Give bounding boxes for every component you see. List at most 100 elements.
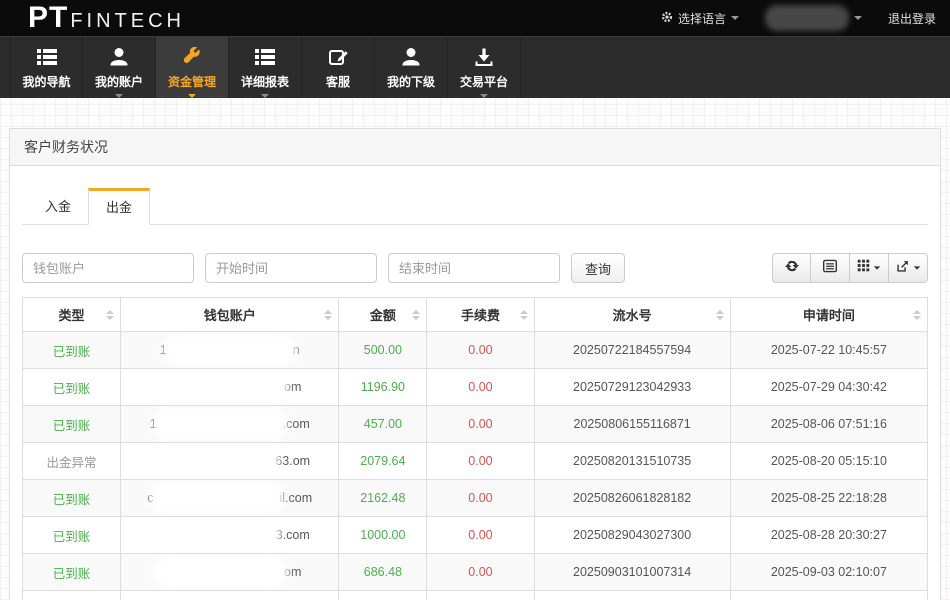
cell-type: 已到账	[23, 406, 121, 443]
cell-type: 已到账	[23, 332, 121, 369]
cell-serial: 20250903101007314	[534, 554, 730, 591]
cell-time: 2025-07-29 04:30:42	[730, 369, 927, 406]
nav-item-5[interactable]: 我的下级	[375, 37, 448, 98]
col-fee[interactable]: 手续费	[427, 298, 534, 332]
account-fragment: om	[284, 380, 301, 394]
col-serial[interactable]: 流水号	[534, 298, 730, 332]
gear-icon	[661, 11, 673, 26]
page-background: 客户财务状况 入金 出金 查询	[0, 98, 950, 600]
col-time[interactable]: 申请时间	[730, 298, 927, 332]
chevron-down-icon	[731, 16, 739, 20]
cell-amount: 1000.00	[339, 517, 427, 554]
wallet-account-input[interactable]	[22, 253, 194, 283]
cell-fee: 0.00	[427, 369, 534, 406]
cell-serial: 20250729123042933	[534, 369, 730, 406]
nav-item-0[interactable]: 我的导航	[10, 37, 83, 98]
nav-item-2[interactable]: 资金管理	[156, 37, 229, 98]
cell-amount: 686.48	[339, 554, 427, 591]
download-icon	[474, 45, 494, 69]
cell-time: 2025-07-22 10:45:57	[730, 332, 927, 369]
cell-type: 已到账	[23, 591, 121, 600]
navbar: 我的导航 我的账户 资金管理 详细报表 客服 我的下级 交易平台	[0, 36, 950, 98]
wrench-icon	[182, 45, 202, 69]
cell-type: 已到账	[23, 369, 121, 406]
columns-button[interactable]	[850, 253, 889, 283]
cell-amount: 457.00	[339, 406, 427, 443]
cell-serial: 20250820131510735	[534, 443, 730, 480]
list-icon	[36, 45, 58, 69]
logout-button[interactable]: 退出登录	[888, 10, 936, 27]
table-header-row: 类型 钱包账户 金额 手续费 流水号 申请时间	[23, 298, 928, 332]
cell-amount: 2079.64	[339, 443, 427, 480]
cell-serial: 20250826061828182	[534, 480, 730, 517]
account-fragment: om	[284, 565, 301, 579]
redaction-blob	[160, 561, 282, 583]
account-fragment: 3.com	[276, 528, 310, 542]
nav-item-6[interactable]: 交易平台	[448, 37, 521, 98]
cell-account: 1.com	[121, 406, 339, 443]
cell-serial: 20250904110336720	[534, 591, 730, 600]
user-menu[interactable]	[765, 5, 862, 31]
account-fragment: il.com	[280, 491, 313, 505]
panel-title: 客户财务状况	[10, 129, 940, 166]
cell-fee: 0.00	[427, 480, 534, 517]
cell-time: 2025-08-06 07:51:16	[730, 406, 927, 443]
filter-row: 查询	[22, 253, 928, 283]
username-redacted	[765, 5, 849, 31]
toggle-view-button[interactable]	[811, 253, 850, 283]
topbar: PT FINTECH 选择语言 退出登录	[0, 0, 950, 36]
cell-amount: 782.95	[339, 591, 427, 600]
table-toolbar	[772, 253, 928, 283]
cell-time: 2025-08-25 22:18:28	[730, 480, 927, 517]
chevron-down-icon	[854, 16, 862, 20]
nav-item-3[interactable]: 详细报表	[229, 37, 302, 98]
tab-bar: 入金 出金	[22, 188, 928, 225]
cell-type: 已到账	[23, 517, 121, 554]
cell-time: 2025-08-20 05:15:10	[730, 443, 927, 480]
language-selector[interactable]: 选择语言	[661, 10, 739, 27]
cell-time: 2025-08-28 20:30:27	[730, 517, 927, 554]
cell-type: 已到账	[23, 554, 121, 591]
cell-fee: 0.00	[427, 517, 534, 554]
redaction-blob	[152, 524, 274, 546]
table-row: 已到账om782.950.00202509041103367202025-09-…	[23, 591, 928, 600]
cell-serial: 20250829043027300	[534, 517, 730, 554]
table-row: 已到账om1196.900.00202507291230429332025-07…	[23, 369, 928, 406]
cell-serial: 20250722184557594	[534, 332, 730, 369]
refresh-button[interactable]	[772, 253, 811, 283]
chevron-down-icon	[913, 266, 919, 269]
table-row: 已到账om686.480.00202509031010073142025-09-…	[23, 554, 928, 591]
start-time-input[interactable]	[205, 253, 377, 283]
topbar-right: 选择语言 退出登录	[661, 5, 936, 31]
table-row: 已到账1n500.000.00202507221845575942025-07-…	[23, 332, 928, 369]
panel-body: 入金 出金 查询	[10, 188, 940, 600]
app-logo[interactable]: PT FINTECH	[28, 0, 185, 36]
redaction-blob	[169, 339, 291, 361]
col-type[interactable]: 类型	[23, 298, 121, 332]
end-time-input[interactable]	[388, 253, 560, 283]
cell-account: om	[121, 554, 339, 591]
col-amount[interactable]: 金额	[339, 298, 427, 332]
search-button[interactable]: 查询	[571, 253, 625, 283]
export-button[interactable]	[889, 253, 928, 283]
logo-primary: PT	[28, 0, 68, 36]
list-icon	[254, 45, 276, 69]
tab-withdrawal[interactable]: 出金	[88, 188, 150, 225]
tab-deposit[interactable]: 入金	[28, 188, 88, 224]
account-fragment: n	[293, 343, 300, 357]
nav-item-4[interactable]: 客服	[302, 37, 375, 98]
logout-label: 退出登录	[888, 10, 936, 27]
table-row: 已到账cil.com2162.480.002025082606182818220…	[23, 480, 928, 517]
table-body: 已到账1n500.000.00202507221845575942025-07-…	[23, 332, 928, 600]
chevron-down-icon	[115, 94, 123, 98]
chevron-down-icon	[874, 266, 880, 269]
cell-time: 2025-09-03 02:10:07	[730, 554, 927, 591]
chevron-down-icon	[188, 94, 196, 98]
sort-icon	[716, 310, 724, 320]
columns-icon	[857, 259, 870, 277]
nav-item-1[interactable]: 我的账户	[83, 37, 156, 98]
col-account[interactable]: 钱包账户	[121, 298, 339, 332]
sort-icon	[106, 310, 114, 320]
account-fragment: c	[147, 491, 153, 505]
table-row: 出金异常63.om2079.640.0020250820131510735202…	[23, 443, 928, 480]
